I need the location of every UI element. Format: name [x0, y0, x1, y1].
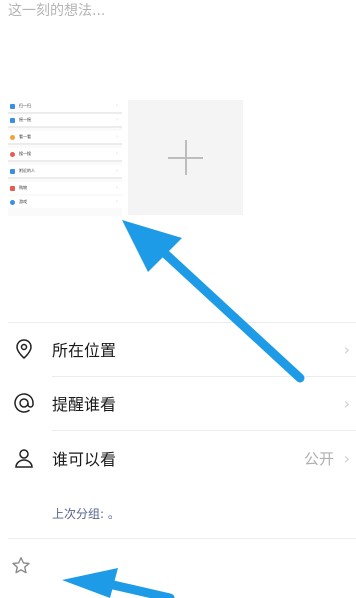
games-icon	[10, 199, 15, 205]
chevron-right-icon: ›	[116, 199, 118, 205]
thumb-row-label: 游戏	[19, 199, 27, 204]
person-icon	[15, 449, 33, 468]
chevron-right-icon: ›	[116, 103, 118, 109]
thumb-row: 附近的人 ›	[8, 165, 122, 177]
chevron-right-icon: ›	[343, 448, 350, 468]
at-sign-icon	[14, 393, 34, 413]
chevron-right-icon: ›	[343, 393, 350, 413]
compose-text-input[interactable]: 这一刻的想法...	[8, 0, 105, 22]
divider	[52, 430, 356, 431]
visibility-value: 公开	[303, 449, 334, 468]
chevron-right-icon: ›	[116, 185, 118, 191]
scan-icon	[10, 103, 15, 109]
location-pin-icon	[16, 339, 32, 359]
thumb-row-label: 摇一摇	[19, 117, 31, 122]
attached-image-thumbnail[interactable]: 扫一扫 › 摇一摇 › 看一看 › 搜一搜 › 附近的人 › 购物 › 游戏 ›	[8, 100, 122, 216]
thumb-divider	[8, 143, 122, 145]
shopping-icon	[10, 185, 15, 191]
last-group-hint[interactable]: 上次分组: 。	[52, 505, 120, 522]
divider	[8, 538, 356, 539]
thumb-divider	[8, 177, 122, 179]
people-nearby-icon	[10, 168, 15, 174]
add-photo-button[interactable]	[128, 100, 243, 215]
thumb-row-label: 购物	[19, 185, 27, 190]
thumb-row: 摇一摇 ›	[8, 114, 122, 126]
shake-icon	[10, 117, 15, 123]
thumb-row-label: 搜一搜	[19, 151, 31, 156]
chevron-right-icon: ›	[116, 134, 118, 140]
thumb-row: 看一看 ›	[8, 131, 122, 143]
thumb-row: 扫一扫 ›	[8, 100, 122, 112]
thumb-row: 搜一搜 ›	[8, 148, 122, 160]
search-icon	[10, 151, 15, 157]
thumb-divider	[8, 160, 122, 162]
chevron-right-icon: ›	[116, 168, 118, 174]
visibility-label: 谁可以看	[52, 450, 117, 469]
thumb-row-label: 扫一扫	[19, 103, 31, 108]
thumb-row: 购物 ›	[8, 182, 122, 194]
star-icon[interactable]	[10, 555, 32, 577]
thumb-row-label: 看一看	[19, 134, 31, 139]
plus-icon-vertical	[185, 140, 187, 175]
thumb-divider	[8, 126, 122, 128]
thumb-row: 游戏 ›	[8, 196, 122, 208]
visibility-row[interactable]: 谁可以看 公开 ›	[0, 432, 356, 484]
remind-label: 提醒谁看	[52, 395, 117, 414]
chevron-right-icon: ›	[116, 117, 118, 123]
location-label: 所在位置	[52, 341, 117, 360]
thumb-row-label: 附近的人	[19, 168, 35, 173]
top-stories-icon	[10, 134, 15, 140]
location-row[interactable]: 所在位置 ›	[0, 323, 356, 375]
remind-row[interactable]: 提醒谁看 ›	[0, 377, 356, 429]
chevron-right-icon: ›	[116, 151, 118, 157]
arrow-left-bottom	[62, 568, 175, 598]
chevron-right-icon: ›	[343, 339, 350, 359]
